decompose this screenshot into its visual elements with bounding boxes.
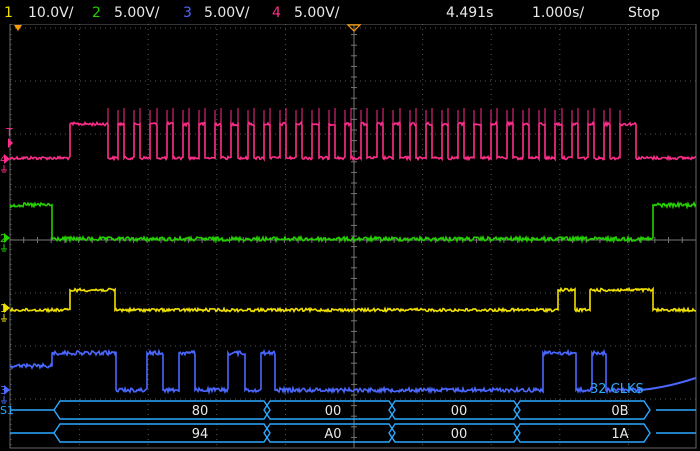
ch2-number[interactable]: 2 — [92, 5, 101, 21]
oscilloscope-display: 80 00 00 0B 94 A0 00 1A T 4 2 1 3 S1 32 CLKS 1 10.0V/… — [0, 0, 700, 451]
bus-decode-value: 00 — [325, 404, 342, 419]
bus-decode-value: 80 — [192, 404, 209, 419]
ch2-scale[interactable]: 5.00V/ — [114, 5, 159, 21]
ch3-marker-label: 3 — [0, 384, 7, 397]
status-bar: 1 10.0V/ 2 5.00V/ 3 5.00V/ 4 5.00V/ 4.49… — [0, 0, 700, 24]
bus-decode-value: 1A — [611, 427, 628, 442]
trigger-label: T — [5, 126, 13, 139]
waveform-area: 80 00 00 0B 94 A0 00 1A T 4 2 1 3 S1 32 CLKS — [0, 0, 700, 451]
bus-decode-value: 00 — [451, 404, 468, 419]
ch3-number[interactable]: 3 — [183, 5, 192, 21]
bus-decode-value: 94 — [192, 427, 209, 442]
ch1-marker-label: 1 — [0, 302, 7, 315]
ch1-scale[interactable]: 10.0V/ — [28, 5, 73, 21]
bus-decode-value: 00 — [451, 427, 468, 442]
ch4-scale[interactable]: 5.00V/ — [294, 5, 339, 21]
run-state[interactable]: Stop — [628, 5, 660, 21]
clock-count-annotation: 32 CLKS — [590, 382, 644, 397]
serial-bus-label: S1 — [0, 404, 14, 417]
time-position[interactable]: 4.491s — [446, 5, 493, 21]
ch2-marker-label: 2 — [0, 232, 7, 245]
time-scale[interactable]: 1.000s/ — [532, 5, 584, 21]
ch1-number[interactable]: 1 — [4, 5, 13, 21]
bus-decode-value: A0 — [324, 427, 341, 442]
bus-decode-value: 0B — [611, 404, 628, 419]
ch4-marker-label: 4 — [0, 153, 7, 166]
ch4-number[interactable]: 4 — [272, 5, 281, 21]
ch3-scale[interactable]: 5.00V/ — [204, 5, 249, 21]
